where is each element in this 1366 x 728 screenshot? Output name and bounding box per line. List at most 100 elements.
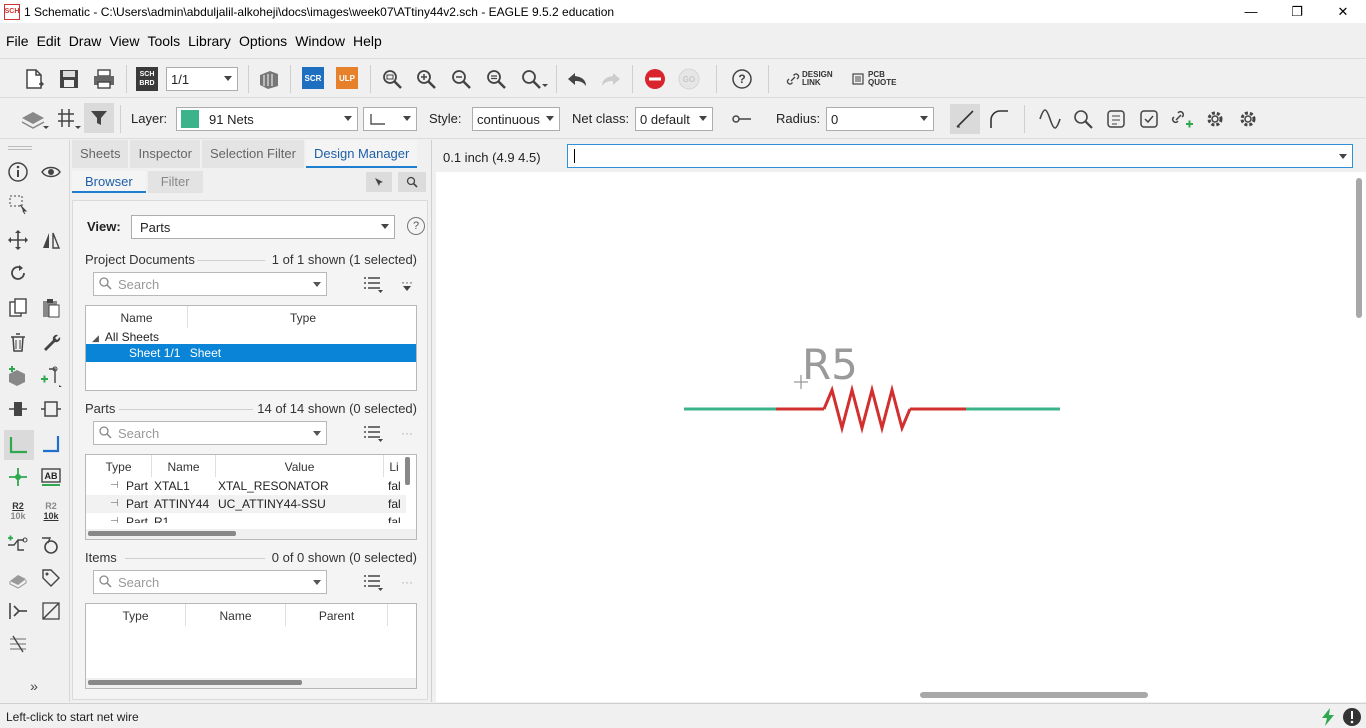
- menu-tools[interactable]: Tools: [143, 33, 184, 49]
- column-header-name[interactable]: Name: [186, 604, 286, 626]
- bus-icon[interactable]: [4, 630, 32, 658]
- project-documents-search[interactable]: Search: [93, 272, 327, 296]
- items-more-options-icon[interactable]: ···: [395, 572, 419, 592]
- warning-icon[interactable]: [1342, 707, 1362, 727]
- parts-vertical-scrollbar[interactable]: [405, 457, 410, 485]
- ulp-button[interactable]: ULP: [336, 67, 358, 89]
- tag-icon[interactable]: [37, 564, 65, 592]
- column-header-type[interactable]: Type: [86, 604, 186, 626]
- tab-inspector[interactable]: Inspector: [130, 140, 200, 168]
- mirror-icon[interactable]: [37, 226, 65, 254]
- table-row[interactable]: ⊣ Part XTAL1 XTAL_RESONATOR fal: [86, 477, 406, 495]
- add-part-icon[interactable]: [4, 362, 32, 390]
- grid-icon[interactable]: [54, 105, 82, 133]
- split-icon[interactable]: [4, 531, 32, 559]
- sch-brd-switch-button[interactable]: SCH BRD: [136, 67, 158, 91]
- sine-icon[interactable]: [1036, 105, 1064, 133]
- zoom-select-icon[interactable]: [519, 67, 549, 91]
- smash-icon[interactable]: [37, 531, 65, 559]
- info-icon[interactable]: [4, 158, 32, 186]
- style-select[interactable]: continuous: [472, 107, 560, 131]
- copy-icon[interactable]: [4, 294, 32, 322]
- move-icon[interactable]: [4, 226, 32, 254]
- layer-settings-icon[interactable]: [18, 105, 50, 133]
- items-horizontal-scrollbar[interactable]: [88, 680, 302, 685]
- zoom-to-selection-icon[interactable]: [398, 172, 426, 192]
- library-icon[interactable]: [256, 67, 282, 91]
- resistor-symbol[interactable]: [776, 384, 966, 434]
- new-file-icon[interactable]: [20, 67, 48, 91]
- column-header-type[interactable]: Type: [188, 306, 416, 328]
- redo-icon[interactable]: [598, 67, 624, 91]
- items-search[interactable]: Search: [93, 570, 327, 594]
- column-header-value[interactable]: Value: [216, 455, 384, 477]
- erc-icon[interactable]: [1102, 105, 1130, 133]
- attribute-icon[interactable]: [4, 564, 32, 592]
- column-header-parent[interactable]: Parent: [286, 604, 388, 626]
- undo-icon[interactable]: [564, 67, 590, 91]
- sheet-select[interactable]: 1/1: [166, 67, 238, 91]
- line-draw-icon[interactable]: [37, 597, 65, 625]
- radius-select[interactable]: 0: [826, 107, 934, 131]
- menu-draw[interactable]: Draw: [65, 33, 106, 49]
- save-icon[interactable]: [56, 67, 82, 91]
- settings-gear-icon[interactable]: [1201, 105, 1229, 133]
- column-header-name[interactable]: Name: [86, 306, 188, 328]
- zoom-fit-icon[interactable]: [380, 67, 404, 91]
- tab-design-manager[interactable]: Design Manager: [305, 140, 418, 168]
- table-row[interactable]: ⊣ Part R1 fal: [86, 513, 406, 523]
- drc-icon[interactable]: [1135, 105, 1163, 133]
- column-header-library[interactable]: Li: [384, 455, 404, 477]
- column-header-name[interactable]: Name: [152, 455, 216, 477]
- zoom-previous-icon[interactable]: [484, 67, 508, 91]
- command-input[interactable]: [567, 144, 1353, 168]
- items-list-options-icon[interactable]: [361, 572, 385, 592]
- menu-library[interactable]: Library: [184, 33, 235, 49]
- restore-button[interactable]: ❐: [1274, 0, 1320, 23]
- more-tools-button[interactable]: »: [20, 672, 48, 700]
- wire-bend-select[interactable]: [363, 107, 417, 131]
- net-tool-icon[interactable]: [4, 430, 34, 460]
- canvas-vertical-scrollbar[interactable]: [1356, 178, 1362, 318]
- slice-icon[interactable]: [4, 597, 32, 625]
- value-tool-button[interactable]: R2 10k: [37, 497, 65, 525]
- tab-selection-filter[interactable]: Selection Filter: [201, 140, 304, 168]
- netclass-select[interactable]: 0 default: [635, 107, 713, 131]
- more-options-icon[interactable]: ···: [395, 274, 419, 294]
- zoom-in-icon[interactable]: [414, 67, 438, 91]
- view-help-button[interactable]: ?: [407, 217, 425, 235]
- bend-arc-icon[interactable]: [984, 104, 1014, 134]
- menu-help[interactable]: Help: [349, 33, 386, 49]
- net-label-icon[interactable]: AB: [37, 463, 65, 491]
- show-eye-icon[interactable]: [37, 158, 65, 186]
- print-icon[interactable]: [90, 67, 118, 91]
- lightning-icon[interactable]: [1318, 707, 1338, 727]
- delete-icon[interactable]: [4, 328, 32, 356]
- search-net-icon[interactable]: [1069, 105, 1097, 133]
- close-button[interactable]: ✕: [1320, 0, 1366, 23]
- schematic-canvas[interactable]: R5: [436, 172, 1366, 702]
- subtab-browser[interactable]: Browser: [72, 171, 146, 193]
- column-header-type[interactable]: Type: [86, 455, 152, 477]
- add-pin-icon[interactable]: [37, 362, 65, 390]
- tree-row-sheet[interactable]: Sheet 1/1 Sheet: [86, 344, 416, 362]
- tab-sheets[interactable]: Sheets: [72, 140, 129, 168]
- name-tool-button[interactable]: R2 10k: [4, 497, 32, 525]
- parts-horizontal-scrollbar[interactable]: [88, 531, 236, 536]
- view-select[interactable]: Parts: [131, 215, 395, 239]
- go-button[interactable]: GO: [677, 67, 701, 91]
- table-row[interactable]: ⊣ Part ATTINY44 UC_ATTINY44-SSU fal: [86, 495, 406, 513]
- minimize-button[interactable]: —: [1228, 0, 1274, 23]
- parts-search[interactable]: Search: [93, 421, 327, 445]
- canvas-horizontal-scrollbar[interactable]: [920, 692, 1148, 698]
- pin-swap-icon[interactable]: [37, 395, 65, 423]
- help-button[interactable]: ?: [730, 67, 754, 91]
- layer-select[interactable]: 91 Nets: [176, 107, 358, 131]
- zoom-out-icon[interactable]: [449, 67, 473, 91]
- change-wrench-icon[interactable]: [37, 328, 65, 356]
- menu-view[interactable]: View: [105, 33, 143, 49]
- wire-tool-icon[interactable]: [37, 430, 65, 458]
- gate-swap-icon[interactable]: [4, 395, 32, 423]
- list-options-icon[interactable]: [361, 274, 385, 294]
- design-link-button[interactable]: DESIGN LINK: [786, 69, 842, 89]
